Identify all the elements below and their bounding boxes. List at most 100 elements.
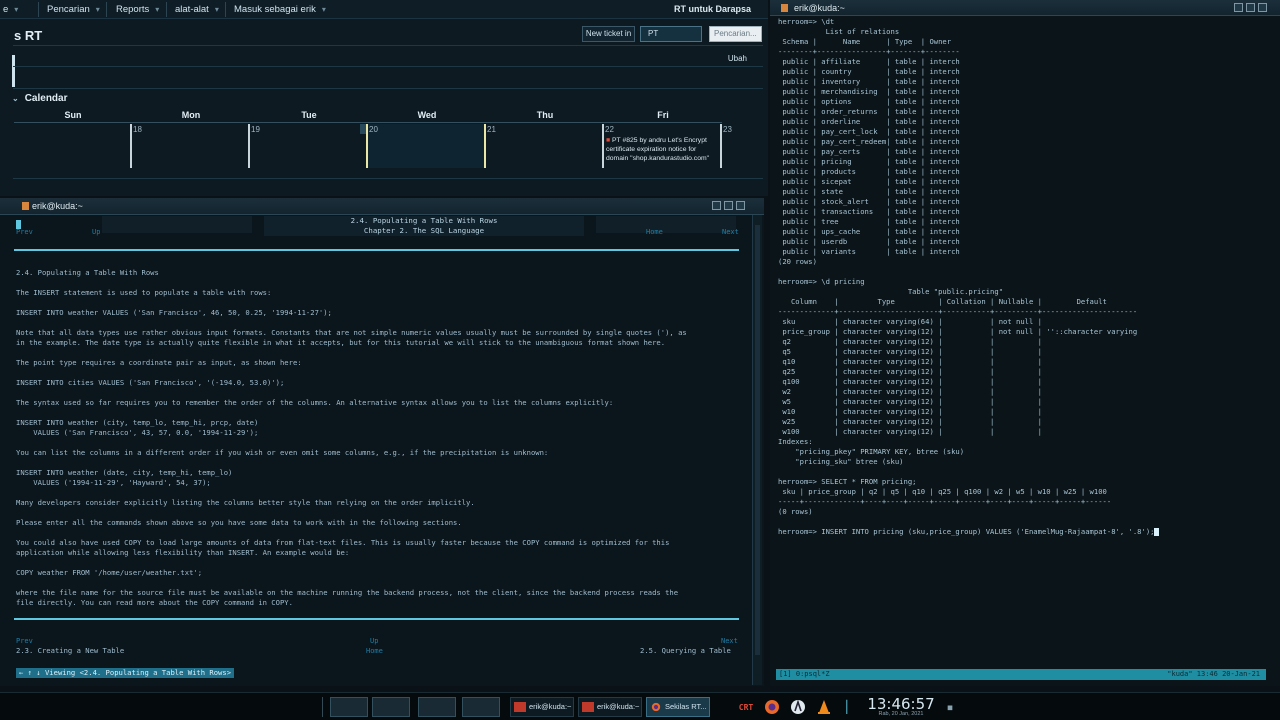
menu-item-search[interactable]: Pencarian ▾ [47,4,100,15]
calendar-day[interactable]: 19 [250,124,368,168]
terminal-line: Table "public.pricing" [778,287,1248,297]
minimize-icon[interactable] [712,201,721,210]
nav-next-link[interactable]: Next [722,227,739,237]
doc-line: You could also have used COPY to load la… [16,538,670,547]
doc-line: VALUES ('1994-11-29', 'Hayward', 54, 37)… [16,478,211,487]
terminal-line: (0 rows) [778,507,1248,517]
close-icon[interactable] [1258,3,1267,12]
lynx-content: Prev Up 2.4. Populating a Table With Row… [14,215,746,685]
edit-link[interactable]: Ubah [728,54,747,63]
minimize-icon[interactable] [1234,3,1243,12]
terminal-line: public | pay_cert_redeem| table | interc… [778,137,1248,147]
divider [13,45,763,46]
footer-prev-title[interactable]: 2.3. Creating a New Table [16,646,124,656]
maximize-icon[interactable] [1246,3,1255,12]
terminal-line: public | pay_certs | table | interch [778,147,1248,157]
terminal-line-text: public | country | table | interch [778,67,960,76]
volume-icon[interactable]: ▏ [840,697,860,717]
workspace-2[interactable] [372,697,410,717]
firefox-icon [651,702,661,712]
calendar-week-row: 18 19 20 21 22 ■ PT #825 by andru Let's … [14,124,764,168]
terminal-line: w10 | character varying(12) | | | [778,407,1248,417]
terminal-line-text: herroom=> INSERT INTO pricing (sku,price… [778,527,1155,536]
calendar-title[interactable]: ⌄ Calendar [12,93,68,104]
window-controls [1234,3,1267,12]
terminal-icon [22,202,29,210]
terminal-line-text: "pricing_pkey" PRIMARY KEY, btree (sku) [778,447,965,456]
terminal-line-text: herroom=> SELECT * FROM pricing; [778,477,917,486]
menu-divider [166,2,167,17]
window-titlebar[interactable]: erik@kuda:~ [770,0,1280,16]
menu-item-reports[interactable]: Reports ▾ [116,4,159,15]
close-icon[interactable] [736,201,745,210]
footer-next-link[interactable]: Next [721,636,738,646]
terminal-line: q25 | character varying(12) | | | [778,367,1248,377]
tray-icon[interactable]: ▪ [940,697,960,717]
terminal-line-text: (20 rows) [778,257,817,266]
terminal-line-text: herroom=> \dt [778,17,835,26]
divider [14,249,739,251]
vlc-icon[interactable] [814,697,834,717]
menu-item-tools[interactable]: alat-alat ▾ [175,4,219,15]
task-browser[interactable]: Sekilas RT... [646,697,710,717]
doc-line: INSERT INTO weather (date, city, temp_hi… [16,468,233,477]
doc-line: Note that all data types use rather obvi… [16,328,687,337]
workspace-1[interactable] [330,697,368,717]
nav-up-link[interactable]: Up [92,227,100,237]
task-terminal-1[interactable]: erik@kuda:~ [510,697,574,717]
chevron-down-icon: ▾ [214,5,219,14]
terminal-line-text: public | sicepat | table | interch [778,177,960,186]
calendar-day[interactable] [14,124,132,168]
terminal-line-text: public | affiliate | table | interch [778,57,960,66]
search-input[interactable]: Pencarian... [709,26,762,42]
terminal-line: w5 | character varying(12) | | | [778,397,1248,407]
terminal-launcher-icon[interactable]: CRT [736,697,756,717]
new-ticket-button[interactable]: New ticket in [582,26,635,42]
menu-item-home[interactable]: e ▾ [3,4,18,15]
terminal-line-text: -------------+-----------------------+--… [778,307,1138,316]
firefox-launcher-icon[interactable] [762,697,782,717]
footer-next-title[interactable]: 2.5. Querying a Table [640,646,731,656]
footer-home-link[interactable]: Home [366,646,383,656]
terminal-line-text: public | variants | table | interch [778,247,960,256]
scrollbar-thumb[interactable] [755,225,760,655]
terminal-line: Indexes: [778,437,1248,447]
doc-line: INSERT INTO cities VALUES ('San Francisc… [16,378,285,387]
calendar-day[interactable]: 21 [486,124,604,168]
terminal-line: herroom=> INSERT INTO pricing (sku,price… [778,527,1248,537]
psql-output[interactable]: herroom=> \dt List of relations Schema |… [778,17,1248,667]
taskbar-divider [322,697,323,717]
workspace-3[interactable] [418,697,456,717]
footer-up-link[interactable]: Up [370,636,378,646]
calendar-day-today[interactable]: 20 [368,124,486,168]
scrollbar[interactable] [752,215,762,685]
terminal-line-text: herroom=> \d pricing [778,277,865,286]
calendar-day[interactable]: 18 [132,124,250,168]
terminal-line: public | userdb | table | interch [778,237,1248,247]
nav-prev-link[interactable]: Prev [16,227,33,237]
workspace-4[interactable] [462,697,500,717]
terminal-line-text: --------+----------------+-------+------… [778,47,960,56]
rt-browser-window: e ▾ Pencarian ▾ Reports ▾ alat-alat ▾ Masuk … [0,0,768,196]
maximize-icon[interactable] [724,201,733,210]
nav-band [102,216,252,233]
terminal-icon [781,4,788,12]
terminal-line-text: public | order_returns | table | interch [778,107,960,116]
queue-select[interactable]: PT [640,26,702,42]
calendar-day[interactable]: 23 [722,124,762,168]
app-launcher-icon[interactable] [788,697,808,717]
terminal-line-text: public | pay_cert_redeem| table | interc… [778,137,960,146]
nav-home-link[interactable]: Home [646,227,663,237]
calendar-event[interactable]: ■ PT #825 by andru Let's Encrypt certifi… [606,136,718,163]
menu-item-logged-in[interactable]: Masuk sebagai erik ▾ [234,4,326,15]
menu-divider [225,2,226,17]
terminal-line-text: q10 | character varying(12) | | | [778,357,1042,366]
footer-prev-link[interactable]: Prev [16,636,33,646]
terminal-line-text: w5 | character varying(12) | | | [778,397,1042,406]
tmux-window-list[interactable]: [1] 0:psql*Z [779,670,830,678]
terminal-line-text: Column | Type | Collation | Nullable | D… [778,297,1107,306]
task-terminal-2[interactable]: erik@kuda:~ [578,697,642,717]
window-titlebar[interactable]: erik@kuda:~ [0,198,764,215]
calendar-day[interactable]: 22 ■ PT #825 by andru Let's Encrypt cert… [604,124,722,168]
chevron-down-icon: ▾ [155,5,160,14]
